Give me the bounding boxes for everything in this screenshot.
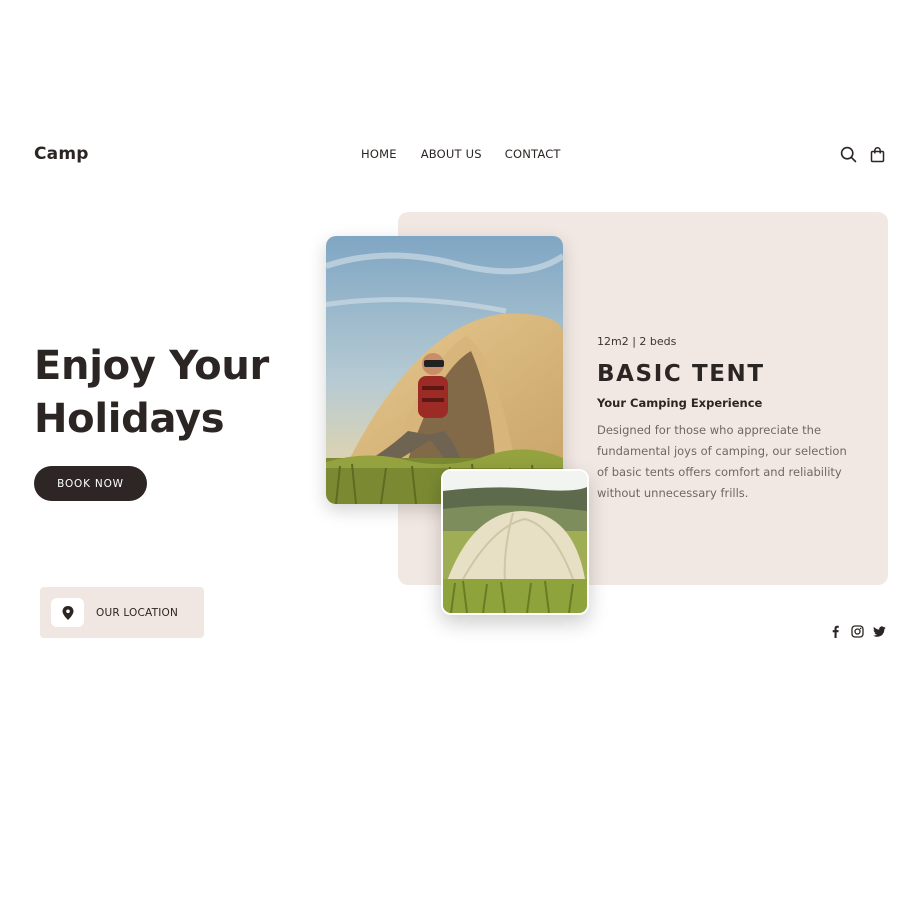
nav-about-us[interactable]: ABOUT US <box>421 147 482 161</box>
search-icon[interactable] <box>840 146 857 163</box>
site-logo[interactable]: Camp <box>34 144 89 164</box>
product-title: BASIC TENT <box>597 361 765 387</box>
main-nav: HOME ABOUT US CONTACT <box>361 147 561 161</box>
hero-title-line-1: Enjoy Your <box>34 343 269 389</box>
book-now-button[interactable]: BOOK NOW <box>34 466 147 501</box>
header-actions <box>840 146 886 163</box>
dome-tent-photo <box>441 469 589 615</box>
hero-title: Enjoy Your Holidays <box>34 340 269 446</box>
map-pin-icon <box>51 598 84 627</box>
nav-contact[interactable]: CONTACT <box>505 147 561 161</box>
nav-home[interactable]: HOME <box>361 147 397 161</box>
our-location-button[interactable]: OUR LOCATION <box>40 587 204 638</box>
location-label: OUR LOCATION <box>96 606 179 619</box>
product-subtitle: Your Camping Experience <box>597 396 763 410</box>
product-description: Designed for those who appreciate the fu… <box>597 423 847 500</box>
social-links <box>829 623 886 638</box>
product-meta: 12m2 | 2 beds <box>597 335 677 348</box>
facebook-icon[interactable] <box>829 623 842 638</box>
twitter-icon[interactable] <box>873 623 886 637</box>
shopping-bag-icon[interactable] <box>869 146 886 163</box>
instagram-icon[interactable] <box>851 623 864 638</box>
hero-title-line-2: Holidays <box>34 396 225 442</box>
camper-tent-photo <box>326 236 563 504</box>
